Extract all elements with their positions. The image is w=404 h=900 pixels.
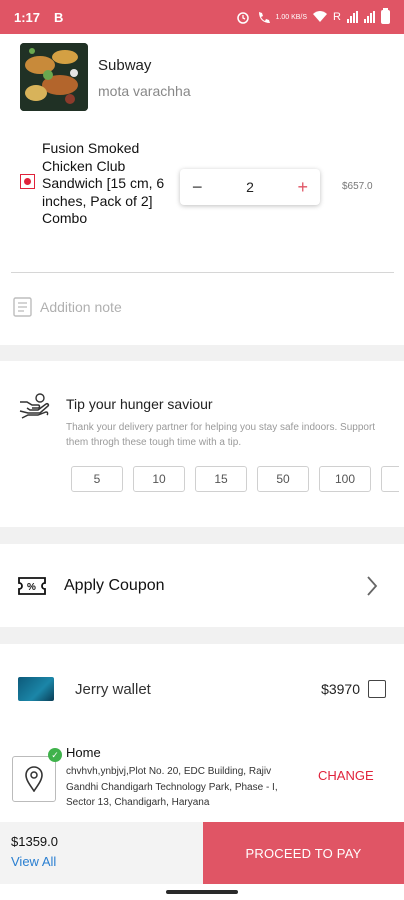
delivery-address: ✓ Home chvhvh,ynbjvj,Plot No. 20, EDC Bu… xyxy=(0,745,404,815)
tip-option-button[interactable]: 5 xyxy=(71,466,123,492)
addition-note-placeholder: Addition note xyxy=(40,299,122,315)
apply-coupon-row[interactable]: % Apply Coupon xyxy=(0,545,404,627)
restaurant-image xyxy=(20,43,88,111)
coupon-ticket-icon: % xyxy=(18,577,46,595)
wallet-balance: $3970 xyxy=(321,681,360,697)
item-name: Fusion Smoked Chicken Club Sandwich [15 … xyxy=(42,140,165,226)
tip-option-button[interactable]: 10 xyxy=(133,466,185,492)
app-notification-icon: B xyxy=(54,9,64,25)
alarm-icon xyxy=(236,12,249,24)
total-amount: $1359.0 xyxy=(11,834,58,849)
signal-icon xyxy=(347,11,358,23)
note-icon xyxy=(13,297,32,317)
wallet-card-icon xyxy=(18,677,54,701)
section-separator xyxy=(0,627,404,644)
wallet-name: Jerry wallet xyxy=(75,680,151,698)
verified-check-icon: ✓ xyxy=(48,748,62,762)
roaming-indicator: R xyxy=(333,11,341,23)
call-icon xyxy=(258,12,270,23)
address-text: chvhvh,ynbjvj,Plot No. 20, EDC Building,… xyxy=(66,766,278,808)
network-speed: 1.00 KB/S xyxy=(275,13,308,21)
status-time: 1:17 xyxy=(14,9,41,25)
chevron-right-icon xyxy=(367,576,378,596)
tip-description: Thank your delivery partner for helping … xyxy=(66,422,376,448)
wallet-row[interactable]: Jerry wallet $3970 xyxy=(0,665,404,713)
wifi-icon xyxy=(313,11,328,22)
quantity-value: 2 xyxy=(246,179,254,195)
tip-hand-icon xyxy=(18,392,52,427)
restaurant-location: mota varachha xyxy=(98,83,191,99)
proceed-to-pay-button[interactable]: PROCEED TO PAY xyxy=(203,822,404,884)
restaurant-name: Subway xyxy=(98,57,152,74)
cart-item: Fusion Smoked Chicken Club Sandwich [15 … xyxy=(20,140,390,230)
battery-icon xyxy=(381,8,390,24)
tip-option-button[interactable]: 15 xyxy=(195,466,247,492)
view-all-link[interactable]: View All xyxy=(11,854,192,869)
checkout-bar: $1359.0 View All PROCEED TO PAY xyxy=(0,822,404,884)
signal-icon-2 xyxy=(364,11,375,23)
apply-coupon-label: Apply Coupon xyxy=(64,577,165,594)
divider xyxy=(11,272,394,273)
change-address-button[interactable]: CHANGE xyxy=(318,768,374,783)
tip-options: 5 10 15 50 100 xyxy=(71,466,399,492)
decrease-quantity-button[interactable]: − xyxy=(192,177,203,198)
restaurant-header[interactable]: Subway mota varachha xyxy=(20,43,191,111)
section-separator xyxy=(0,527,404,544)
section-separator xyxy=(0,345,404,361)
tip-title: Tip your hunger saviour xyxy=(66,396,213,412)
quantity-stepper: − 2 + xyxy=(180,169,320,205)
tip-option-button-partial[interactable] xyxy=(381,466,399,492)
home-indicator[interactable] xyxy=(166,890,238,894)
location-pin-icon xyxy=(12,756,56,802)
tip-option-button[interactable]: 50 xyxy=(257,466,309,492)
svg-text:%: % xyxy=(27,582,36,593)
increase-quantity-button[interactable]: + xyxy=(297,177,308,198)
tip-option-button[interactable]: 100 xyxy=(319,466,371,492)
wallet-checkbox[interactable] xyxy=(368,680,386,698)
address-label: Home xyxy=(66,745,101,760)
item-price: $657.0 xyxy=(342,181,373,192)
status-bar: 1:17 B 1.00 KB/S R xyxy=(0,0,404,34)
non-veg-mark-icon xyxy=(20,174,35,189)
status-icons: 1.00 KB/S R xyxy=(236,8,390,24)
total-summary: $1359.0 View All xyxy=(0,822,203,884)
addition-note-field[interactable]: Addition note xyxy=(13,297,122,317)
